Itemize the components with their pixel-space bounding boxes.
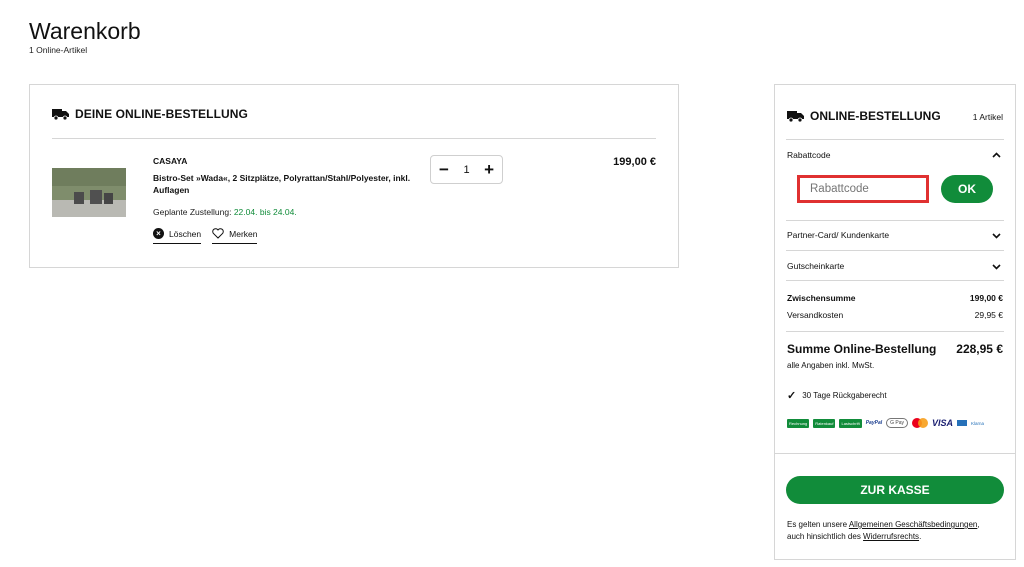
total-value: 228,95 € — [956, 342, 1003, 356]
product-brand: CASAYA — [153, 156, 188, 166]
partner-card-toggle[interactable]: Partner-Card/ Kundenkarte — [787, 230, 889, 240]
truck-icon — [787, 110, 804, 122]
paypal-icon: PayPal — [865, 420, 883, 426]
legal-prefix: Es gelten unsere — [787, 520, 849, 529]
total-row: Summe Online-Bestellung 228,95 € — [787, 342, 1003, 356]
payment-lastschrift-icon: Lastschrift — [839, 418, 862, 428]
legal-line2: auch hinsichtlich des — [787, 532, 864, 541]
product-photo — [52, 168, 126, 217]
save-for-later-button[interactable]: Merken — [212, 228, 258, 244]
return-policy: ✓ 30 Tage Rückgaberecht — [787, 389, 887, 402]
klarna-icon: Klarna — [971, 420, 985, 426]
divider — [786, 250, 1004, 251]
google-pay-icon: G Pay — [886, 418, 909, 428]
delivery-label: Geplante Zustellung: — [153, 207, 232, 217]
summary-header: ONLINE-BESTELLUNG — [787, 109, 941, 123]
amex-icon — [957, 420, 968, 426]
summary-item-count: 1 Artikel — [972, 112, 1003, 122]
checkmark-icon: ✓ — [787, 390, 797, 402]
total-label: Summe Online-Bestellung — [787, 342, 937, 356]
vat-note: alle Angaben inkl. MwSt. — [787, 361, 875, 370]
divider — [775, 453, 1015, 454]
chevron-up-icon[interactable] — [992, 151, 1001, 160]
order-header: DEINE ONLINE-BESTELLUNG — [52, 107, 248, 121]
order-divider — [52, 138, 656, 139]
summary-panel: ONLINE-BESTELLUNG 1 Artikel Rabattcode O… — [774, 84, 1016, 560]
return-note: 30 Tage Rückgaberecht — [802, 391, 887, 400]
truck-icon — [52, 108, 69, 120]
quantity-stepper: − 1 + — [430, 155, 503, 184]
checkout-button[interactable]: ZUR KASSE — [786, 476, 1004, 504]
delete-button[interactable]: × Löschen — [153, 228, 202, 244]
delivery-range: 22.04. bis 24.04. — [233, 207, 297, 217]
delivery-info: Geplante Zustellung: 22.04. bis 24.04. — [153, 207, 297, 217]
legal-end: . — [919, 532, 922, 541]
delete-label: Löschen — [169, 228, 202, 239]
divider — [786, 280, 1004, 281]
page-title: Warenkorb — [29, 18, 141, 44]
mastercard-icon — [912, 418, 929, 428]
chevron-down-icon[interactable] — [992, 262, 1001, 271]
subtotal-row: Zwischensumme 199,00 € — [787, 293, 1003, 303]
order-panel: DEINE ONLINE-BESTELLUNG CASAYA Bistro-Se… — [29, 84, 679, 268]
legal-mid: , — [977, 520, 980, 529]
payment-rechnung-icon: Rechnung — [787, 418, 810, 428]
quantity-increase-button[interactable]: + — [484, 161, 494, 178]
coupon-ok-button[interactable]: OK — [941, 175, 993, 203]
divider — [786, 220, 1004, 221]
voucher-toggle[interactable]: Gutscheinkarte — [787, 261, 844, 271]
divider — [786, 139, 1004, 140]
coupon-input[interactable] — [797, 175, 929, 203]
cart-page: Warenkorb 1 Online-Artikel DEINE ONLINE-… — [0, 0, 1024, 567]
coupon-toggle[interactable]: Rabattcode — [787, 150, 830, 160]
product-image[interactable] — [52, 168, 126, 217]
page-subtitle: 1 Online-Artikel — [29, 45, 88, 55]
legal-note: Es gelten unsere Allgemeinen Geschäftsbe… — [787, 519, 1007, 543]
payment-methods: Rechnung Ratenkauf Lastschrift PayPal G … — [787, 418, 984, 428]
withdrawal-link[interactable]: Widerrufsrechts — [863, 532, 919, 541]
payment-ratenkauf-icon: Ratenkauf — [813, 418, 836, 428]
heart-icon — [212, 228, 224, 239]
product-name[interactable]: Bistro-Set »Wada«, 2 Sitzplätze, Polyrat… — [153, 172, 418, 196]
summary-heading: ONLINE-BESTELLUNG — [810, 109, 941, 123]
shipping-row: Versandkosten 29,95 € — [787, 310, 1003, 320]
chevron-down-icon[interactable] — [992, 231, 1001, 240]
shipping-value: 29,95 € — [974, 310, 1003, 320]
shipping-label: Versandkosten — [787, 310, 844, 320]
divider — [786, 331, 1004, 332]
subtotal-label: Zwischensumme — [787, 293, 856, 303]
subtotal-value: 199,00 € — [969, 293, 1003, 303]
save-label: Merken — [229, 228, 258, 239]
quantity-decrease-button[interactable]: − — [439, 161, 449, 178]
quantity-value[interactable]: 1 — [463, 164, 469, 176]
terms-link[interactable]: Allgemeinen Geschäftsbedingungen — [849, 520, 978, 529]
product-price: 199,00 € — [613, 156, 656, 168]
delete-icon: × — [153, 228, 164, 239]
product-actions: × Löschen Merken — [153, 228, 258, 244]
order-heading: DEINE ONLINE-BESTELLUNG — [75, 107, 248, 121]
visa-icon: VISA — [932, 418, 954, 428]
